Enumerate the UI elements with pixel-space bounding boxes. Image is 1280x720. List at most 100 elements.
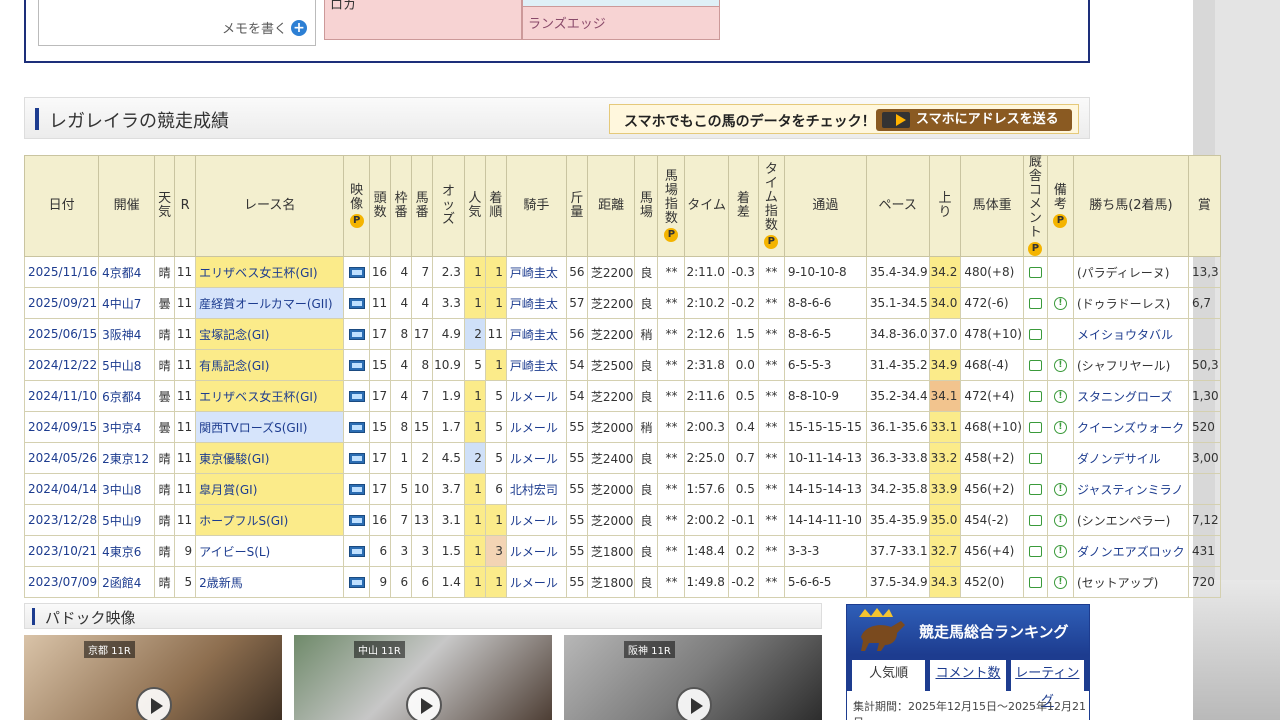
video-icon[interactable] (348, 298, 365, 309)
race-name-cell[interactable]: 宝塚記念(GI) (195, 318, 345, 350)
race-name-cell[interactable]: ホープフルS(GI) (195, 504, 345, 536)
race-name-cell[interactable]: 産経賞オールカマー(GII) (195, 287, 345, 319)
remark-icon[interactable]: ! (1053, 545, 1067, 558)
jockey-cell[interactable]: 北村宏司 (505, 473, 567, 505)
play-icon[interactable] (406, 687, 442, 720)
stable-comment-cell[interactable] (1022, 504, 1048, 536)
race-venue-cell[interactable]: 5中山9 (98, 504, 156, 536)
race-name-cell[interactable]: アイビーS(L) (195, 535, 345, 567)
stable-comment-cell[interactable] (1022, 380, 1048, 412)
remark-icon[interactable]: ! (1053, 390, 1067, 403)
paddock-video-3[interactable]: 阪神 11R (564, 635, 822, 720)
remarks-cell[interactable]: ! (1046, 504, 1074, 536)
comment-icon[interactable] (1028, 484, 1042, 495)
jockey-cell[interactable]: 戸崎圭太 (505, 349, 567, 381)
send-address-button[interactable]: スマホにアドレスを送る (876, 109, 1072, 131)
stable-comment-cell[interactable] (1022, 349, 1048, 381)
comment-icon[interactable] (1028, 422, 1042, 433)
video-icon[interactable] (348, 515, 365, 526)
remarks-cell[interactable]: ! (1046, 473, 1074, 505)
remarks-cell[interactable]: ! (1046, 349, 1074, 381)
video-cell[interactable] (343, 287, 371, 319)
remarks-cell[interactable]: ! (1046, 535, 1074, 567)
stable-comment-cell[interactable] (1022, 411, 1048, 443)
video-cell[interactable] (343, 535, 371, 567)
race-venue-cell[interactable]: 2函館4 (98, 566, 156, 598)
paddock-video-1[interactable]: 京都 11R (24, 635, 282, 720)
race-name-cell[interactable]: エリザベス女王杯(GI) (195, 256, 345, 288)
race-date-cell[interactable]: 2024/09/15 (23, 411, 100, 443)
race-name-cell[interactable]: 皐月賞(GI) (195, 473, 345, 505)
video-icon[interactable] (348, 546, 365, 557)
video-cell[interactable] (343, 504, 371, 536)
race-date-cell[interactable]: 2024/04/14 (23, 473, 100, 505)
tab-rating[interactable]: レーティング (1009, 659, 1085, 709)
race-name-cell[interactable]: エリザベス女王杯(GI) (195, 380, 345, 412)
race-date-cell[interactable]: 2023/12/28 (23, 504, 100, 536)
comment-icon[interactable] (1028, 453, 1042, 464)
race-venue-cell[interactable]: 4東京6 (98, 535, 156, 567)
video-icon[interactable] (348, 360, 365, 371)
remark-icon[interactable]: ! (1053, 514, 1067, 527)
race-date-cell[interactable]: 2024/11/10 (23, 380, 100, 412)
stable-comment-cell[interactable] (1022, 256, 1048, 288)
remark-icon[interactable]: ! (1053, 483, 1067, 496)
video-icon[interactable] (348, 422, 365, 433)
video-cell[interactable] (343, 318, 371, 350)
jockey-cell[interactable]: ルメール (505, 442, 567, 474)
jockey-cell[interactable]: 戸崎圭太 (505, 256, 567, 288)
stable-comment-cell[interactable] (1022, 566, 1048, 598)
race-name-cell[interactable]: 東京優駿(GI) (195, 442, 345, 474)
remark-icon[interactable]: ! (1053, 576, 1067, 589)
jockey-cell[interactable]: 戸崎圭太 (505, 318, 567, 350)
race-date-cell[interactable]: 2023/10/21 (23, 535, 100, 567)
comment-icon[interactable] (1028, 391, 1042, 402)
race-date-cell[interactable]: 2024/05/26 (23, 442, 100, 474)
remark-icon[interactable]: ! (1053, 421, 1067, 434)
race-date-cell[interactable]: 2025/11/16 (23, 256, 100, 288)
race-venue-cell[interactable]: 5中山8 (98, 349, 156, 381)
video-cell[interactable] (343, 566, 371, 598)
video-cell[interactable] (343, 256, 371, 288)
race-date-cell[interactable]: 2025/06/15 (23, 318, 100, 350)
video-icon[interactable] (348, 267, 365, 278)
video-cell[interactable] (343, 380, 371, 412)
jockey-cell[interactable]: 戸崎圭太 (505, 287, 567, 319)
race-date-cell[interactable]: 2025/09/21 (23, 287, 100, 319)
video-cell[interactable] (343, 473, 371, 505)
jockey-cell[interactable]: ルメール (505, 380, 567, 412)
comment-icon[interactable] (1028, 577, 1042, 588)
jockey-cell[interactable]: ルメール (505, 535, 567, 567)
tab-comments[interactable]: コメント数 (929, 659, 1007, 691)
paddock-video-2[interactable]: 中山 11R (294, 635, 552, 720)
remarks-cell[interactable]: ! (1046, 287, 1074, 319)
info-cell-right[interactable]: ランズエッジ (522, 7, 720, 40)
comment-icon[interactable] (1028, 329, 1042, 340)
comment-icon[interactable] (1028, 267, 1042, 278)
video-cell[interactable] (343, 411, 371, 443)
smartphone-banner[interactable]: スマホでもこの馬のデータをチェック！ スマホにアドレスを送る (609, 104, 1079, 134)
stable-comment-cell[interactable] (1022, 318, 1048, 350)
memo-link[interactable]: メモを書く + (222, 18, 307, 37)
video-icon[interactable] (348, 329, 365, 340)
video-icon[interactable] (348, 484, 365, 495)
comment-icon[interactable] (1028, 546, 1042, 557)
remarks-cell[interactable]: ! (1046, 566, 1074, 598)
race-venue-cell[interactable]: 3阪神4 (98, 318, 156, 350)
comment-icon[interactable] (1028, 515, 1042, 526)
race-venue-cell[interactable]: 2東京12 (98, 442, 156, 474)
comment-icon[interactable] (1028, 298, 1042, 309)
race-date-cell[interactable]: 2023/07/09 (23, 566, 100, 598)
race-venue-cell[interactable]: 3中山8 (98, 473, 156, 505)
jockey-cell[interactable]: ルメール (505, 411, 567, 443)
jockey-cell[interactable]: ルメール (505, 504, 567, 536)
video-cell[interactable] (343, 442, 371, 474)
remarks-cell[interactable]: ! (1046, 380, 1074, 412)
play-icon[interactable] (676, 687, 712, 720)
remark-icon[interactable]: ! (1053, 359, 1067, 372)
tab-popularity[interactable]: 人気順 (851, 659, 927, 691)
video-icon[interactable] (348, 453, 365, 464)
comment-icon[interactable] (1028, 360, 1042, 371)
play-icon[interactable] (136, 687, 172, 720)
video-cell[interactable] (343, 349, 371, 381)
